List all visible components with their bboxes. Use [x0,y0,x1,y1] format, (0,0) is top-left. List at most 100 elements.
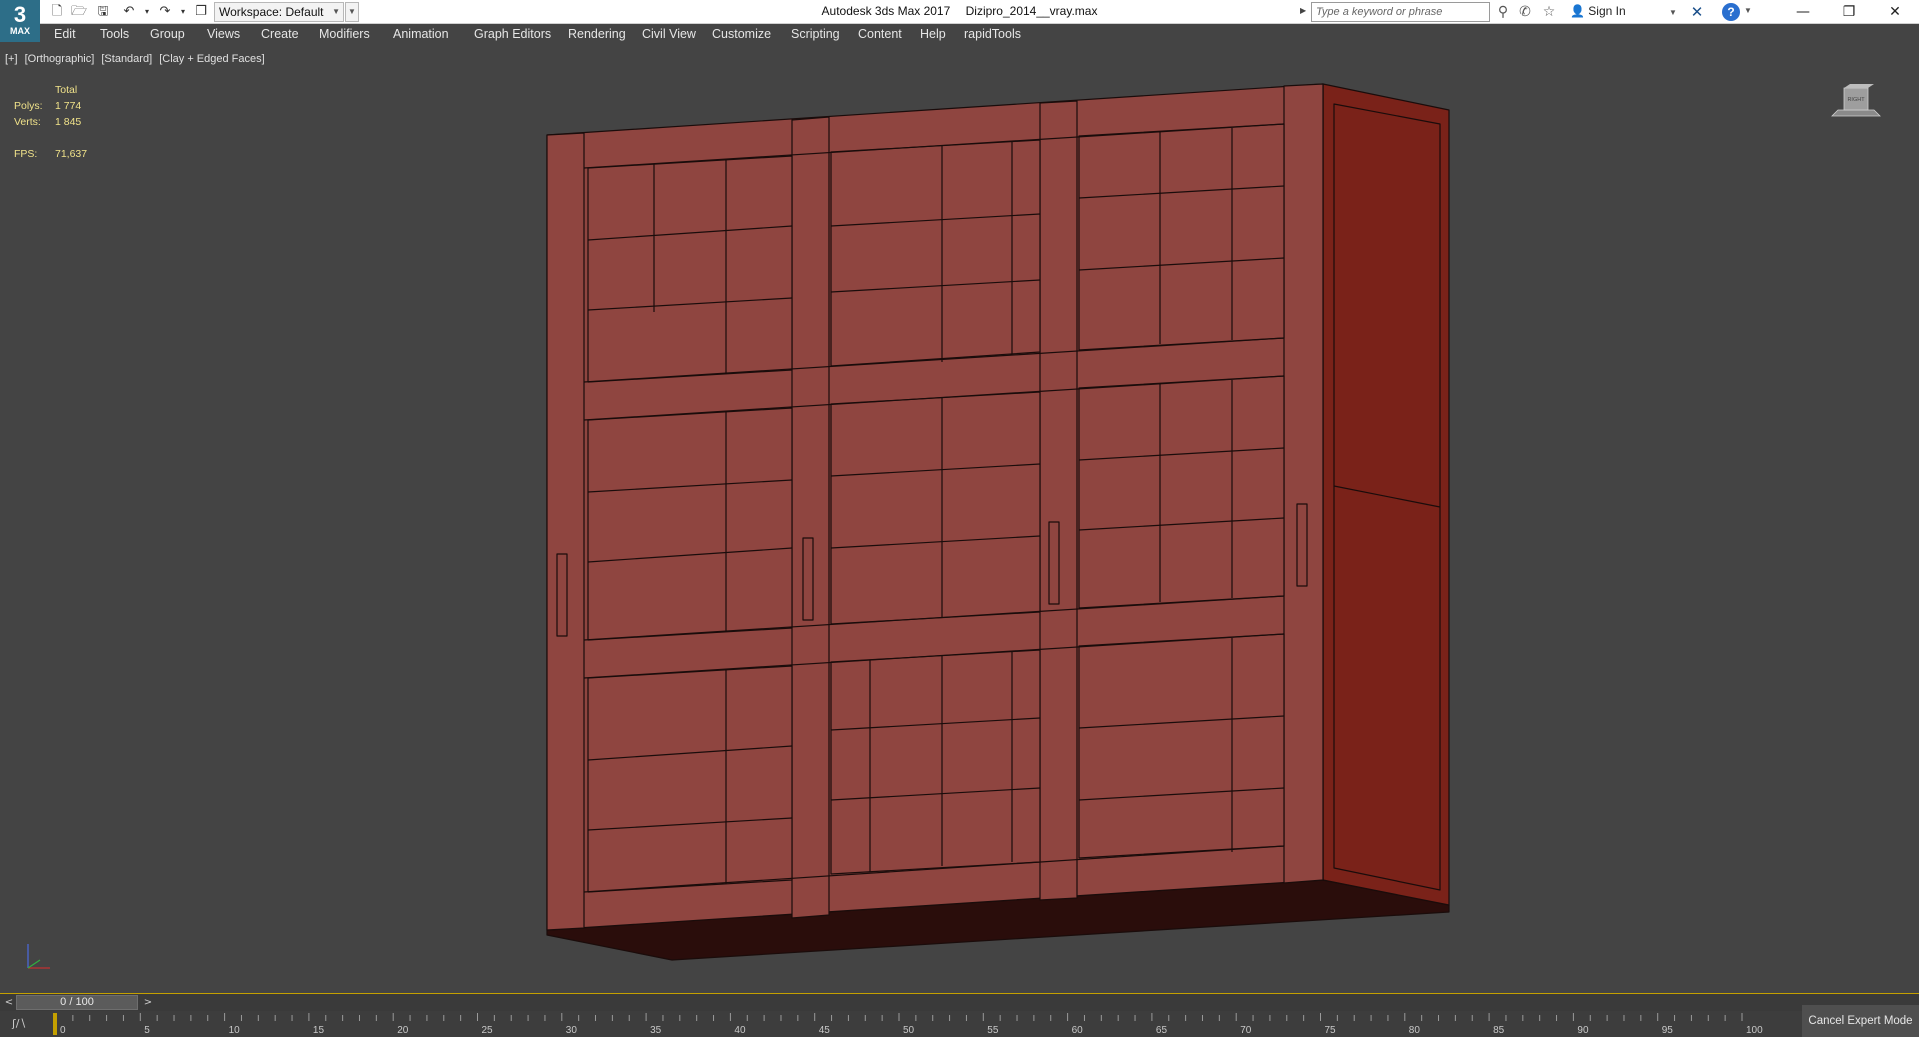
menu-animation[interactable]: Animation [393,27,449,41]
close-button[interactable]: ✕ [1872,0,1918,24]
track-tick-label: 90 [1577,1025,1589,1036]
panel-c3-r2 [1078,375,1285,609]
time-slider-next-button[interactable]: > [141,995,155,1010]
track-tick-label: 55 [987,1025,999,1036]
chevron-down-icon: ▼ [1669,8,1677,17]
binoculars-icon[interactable]: ⚲ [1494,3,1512,21]
undo-icon[interactable]: ↶ [120,3,138,21]
workspace-dropdown[interactable]: Workspace: Default ▼ [214,2,344,22]
menu-views[interactable]: Views [207,27,240,41]
project-folder-icon[interactable]: ❐ [192,3,210,21]
favorites-star-icon[interactable]: ☆ [1540,3,1558,21]
search-expand-icon[interactable]: ▶ [1300,6,1306,15]
track-tick-label: 25 [482,1025,494,1036]
track-tick-label: 100 [1746,1025,1763,1036]
panel-c1-r3 [587,665,793,893]
track-tick-label: 95 [1662,1025,1674,1036]
quick-access-customize-icon[interactable]: ▼ [345,2,359,22]
search-placeholder: Type a keyword or phrase [1316,6,1443,18]
menu-graph-editors[interactable]: Graph Editors [474,27,551,41]
panel-c2-r1 [830,139,1041,367]
time-slider-thumb[interactable]: 0 / 100 [16,995,138,1010]
minimize-button[interactable]: — [1780,0,1826,24]
menu-edit[interactable]: Edit [54,27,76,41]
menu-rendering[interactable]: Rendering [568,27,626,41]
cancel-expert-mode-button[interactable]: Cancel Expert Mode [1802,1005,1919,1037]
app-logo-text: MAX [10,26,30,36]
track-tick-label: 80 [1409,1025,1421,1036]
menu-rapidtools[interactable]: rapidTools [964,27,1021,41]
menu-modifiers[interactable]: Modifiers [319,27,370,41]
track-tick-label: 60 [1072,1025,1084,1036]
redo-dropdown-icon[interactable]: ▾ [174,3,192,21]
menu-bar: Edit Tools Group Views Create Modifiers … [0,24,1919,45]
menu-civil-view[interactable]: Civil View [642,27,696,41]
menu-scripting[interactable]: Scripting [791,27,840,41]
track-tick-label: 35 [650,1025,662,1036]
door-handle-3[interactable] [1048,521,1060,605]
viewcube-face-label: RIGHT [1847,97,1865,103]
file-name: Dizipro_2014__vray.max [965,4,1098,18]
track-tick-label: 50 [903,1025,915,1036]
track-tick-label: 0 [60,1025,66,1036]
app-title: Autodesk 3ds Max 2017 [821,4,951,18]
track-tick-label: 30 [566,1025,578,1036]
current-frame-marker[interactable] [53,1013,57,1035]
restore-button[interactable]: ❐ [1826,0,1872,24]
menu-content[interactable]: Content [858,27,902,41]
workspace-label: Workspace: Default [219,5,324,19]
viewport[interactable]: [+] [Orthographic] [Standard] [Clay + Ed… [0,46,1919,993]
track-tick-label: 5 [144,1025,150,1036]
user-icon: 👤 [1570,4,1585,18]
track-tick-label: 70 [1240,1025,1252,1036]
chevron-down-icon[interactable]: ▼ [1744,6,1752,15]
save-icon[interactable]: 🖫 [94,3,112,21]
sign-in-button[interactable]: 👤 Sign In ▼ [1570,4,1677,18]
communication-center-icon[interactable]: ✆ [1516,3,1534,21]
wardrobe-model[interactable] [0,46,1919,993]
panel-c1-r2 [587,407,793,641]
door-handle-2[interactable] [802,537,814,621]
track-tick-label: 15 [313,1025,325,1036]
track-bar[interactable]: ʃ/∖ 0 5 10 15 20 25 30 35 40 45 50 55 60 65 70 75 80 85 90… [0,1011,1919,1037]
exchange-apps-icon[interactable]: ✕ [1688,3,1706,21]
panel-c1-r1 [587,155,793,383]
help-icon[interactable]: ? [1722,3,1740,21]
search-input[interactable]: Type a keyword or phrase [1311,2,1490,22]
track-tick-label: 65 [1156,1025,1168,1036]
redo-icon[interactable]: ↷ [156,3,174,21]
sign-in-label: Sign In [1588,4,1626,18]
panel-c3-r3 [1078,633,1285,859]
track-tick-label: 10 [229,1025,241,1036]
undo-dropdown-icon[interactable]: ▾ [138,3,156,21]
time-slider[interactable]: < 0 / 100 > [0,993,1919,1011]
menu-group[interactable]: Group [150,27,185,41]
track-tick-label: 75 [1325,1025,1337,1036]
viewcube[interactable]: RIGHT [1828,82,1884,122]
chevron-down-icon: ▼ [332,7,340,16]
track-tick-label: 45 [819,1025,831,1036]
track-tick-label: 85 [1493,1025,1505,1036]
menu-create[interactable]: Create [261,27,299,41]
new-file-icon[interactable]: 🗋 [48,3,66,21]
menu-tools[interactable]: Tools [100,27,129,41]
track-tick-label: 20 [397,1025,409,1036]
title-bar: 🗋 🗁 🖫 ↶ ▾ ↷ ▾ ❐ Workspace: Default ▼ ▼ A… [0,0,1919,24]
time-slider-prev-button[interactable]: < [2,995,16,1010]
menu-customize[interactable]: Customize [712,27,771,41]
track-tick-label: 40 [734,1025,746,1036]
panel-c2-r2 [830,391,1041,625]
panel-c3-r1 [1078,123,1285,351]
application-menu-button[interactable]: 3 MAX [0,0,40,42]
stile-1 [546,132,585,931]
stile-2 [791,116,830,919]
open-file-icon[interactable]: 🗁 [70,3,88,21]
axis-tripod-icon [27,944,50,969]
stile-4 [1283,83,1324,884]
stile-3 [1039,100,1078,901]
track-bar-ruler[interactable]: 0 5 10 15 20 25 30 35 40 45 50 55 60 65 70 75 80 85 90 95 10… [0,1011,1800,1037]
menu-help[interactable]: Help [920,27,946,41]
panel-c2-r3 [830,649,1041,875]
door-handle-4[interactable] [1296,503,1308,587]
door-handle-1[interactable] [556,553,568,637]
